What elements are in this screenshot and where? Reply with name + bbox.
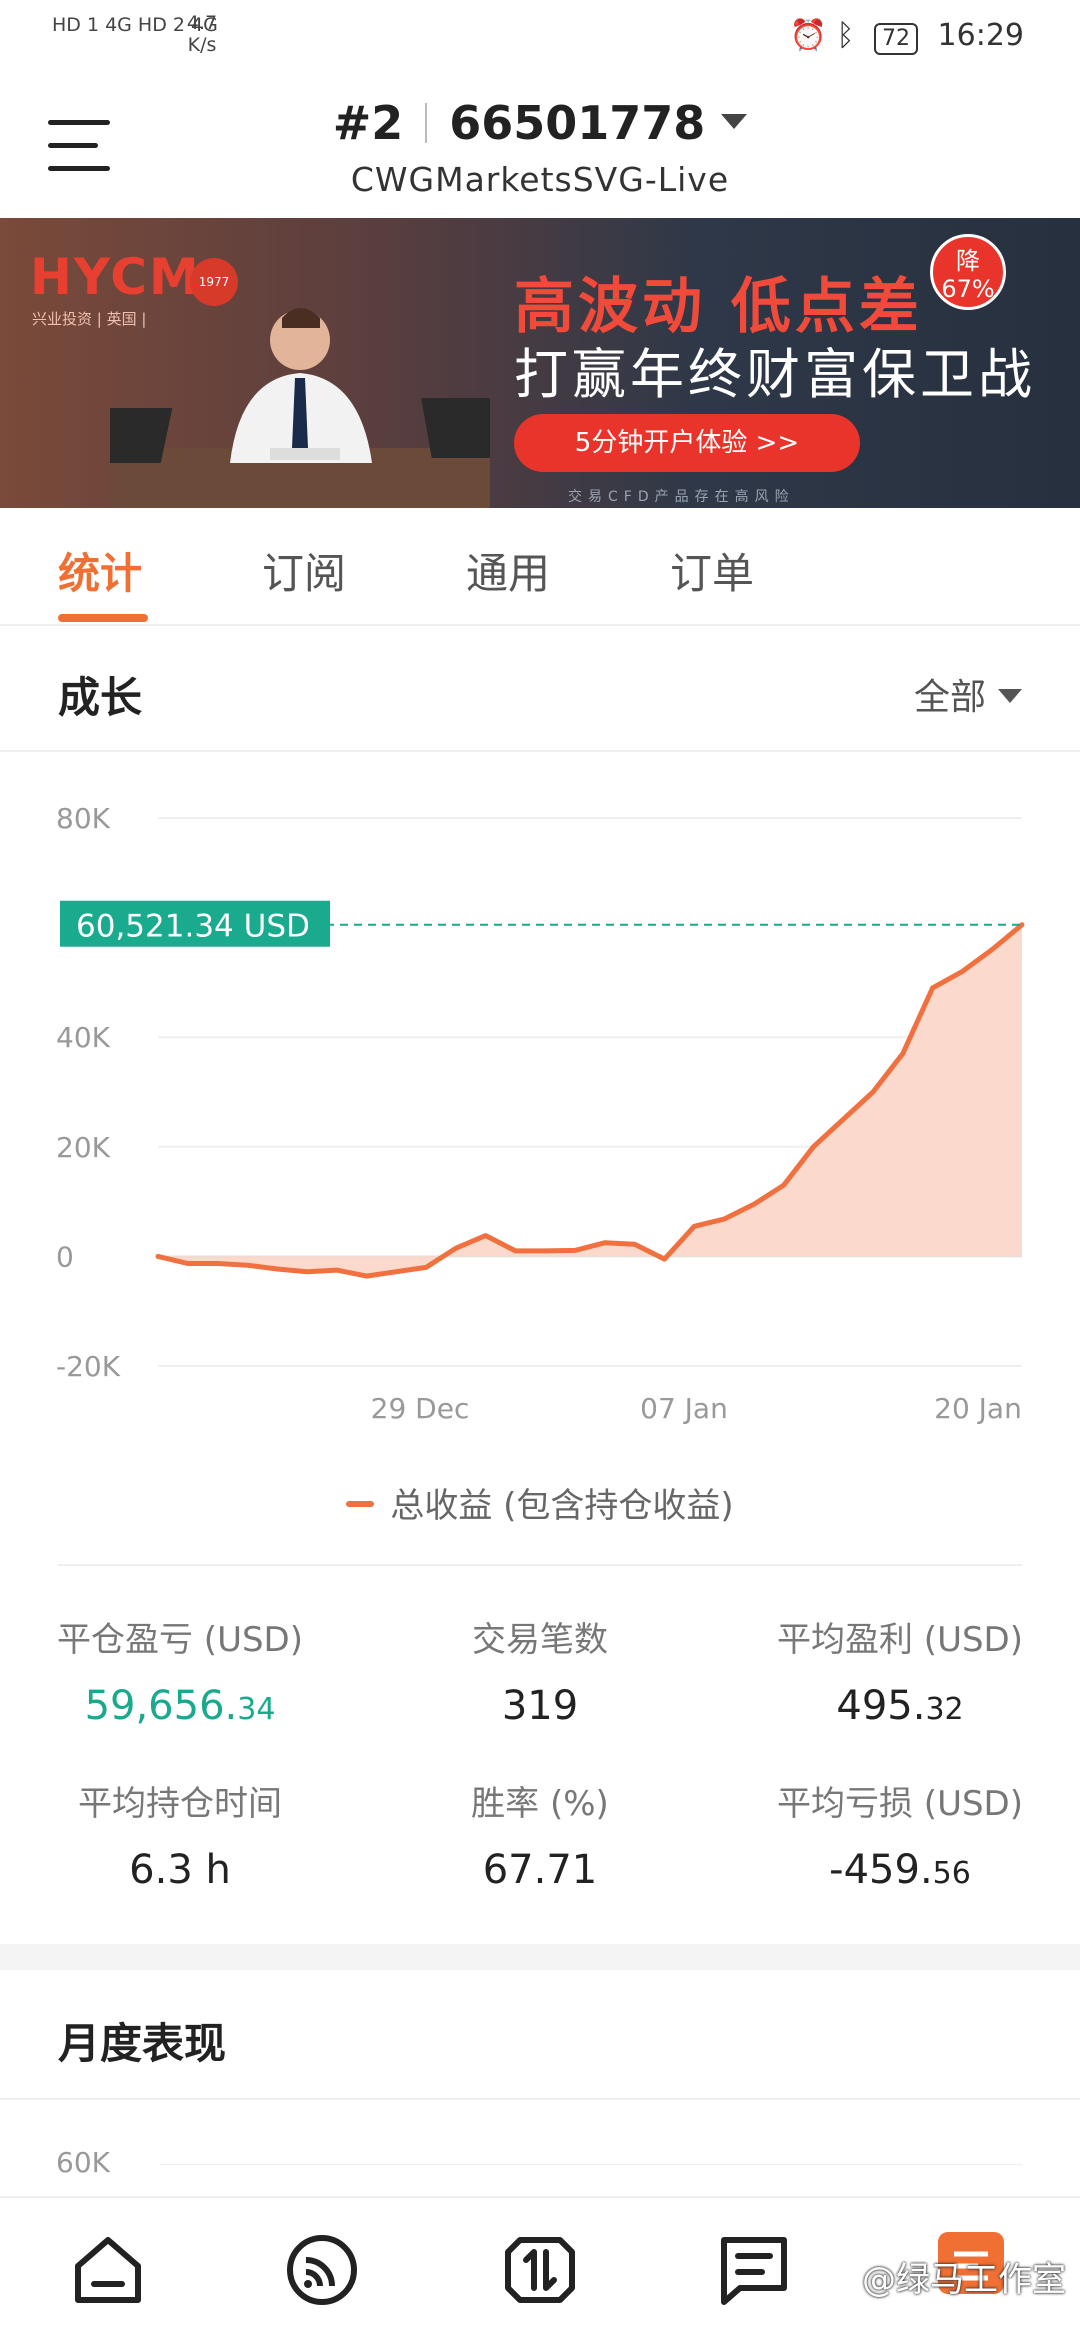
growth-chart[interactable]: 80K 40K 20K 0 -20K 60,521.34 USD 29 Dec 07 Jan 2…: [0, 760, 1080, 1440]
signal-icon[interactable]: [282, 2230, 362, 2310]
tab-subscribe[interactable]: 订阅: [262, 540, 346, 601]
alarm-icon: ⏰: [789, 18, 827, 53]
status-bar: HD 1 4G HD 2 4G 4.7 K/s ⏰ ᛒ 72 16:29: [0, 0, 1080, 76]
chevron-down-icon: [998, 689, 1022, 703]
y-tick-label: -20K: [56, 1350, 121, 1383]
banner-risk-note: 交易CFD产品存在高风险: [568, 489, 795, 505]
chart-legend: 总收益 (包含持仓收益): [0, 1478, 1080, 1527]
legend-label: 总收益 (包含持仓收益): [390, 1486, 734, 1526]
y-tick-label: 0: [56, 1240, 74, 1273]
x-tick-label: 07 Jan: [640, 1392, 728, 1425]
x-tick-label: 20 Jan: [934, 1392, 1022, 1425]
section-gap: [0, 1944, 1080, 1970]
clock: 16:29: [937, 18, 1024, 53]
monthly-y-tick: 60K: [56, 2146, 110, 2179]
stat-value: 319: [501, 1683, 579, 1729]
y-tick-label: 40K: [56, 1021, 111, 1054]
stat-trade-count: 交易笔数 319: [360, 1612, 720, 1729]
separator: [425, 103, 428, 143]
stat-avg-profit: 平均盈利 (USD) 495.32: [720, 1612, 1080, 1729]
current-value-label: 60,521.34 USD: [76, 909, 310, 945]
banner-subheadline: 打赢年终财富保卫战: [514, 343, 1036, 406]
discount-badge: 降 67%: [930, 234, 1006, 310]
stat-value: -459.56: [829, 1847, 971, 1893]
watermark: @绿马工作室: [862, 2260, 1066, 2300]
active-tab-indicator: [58, 614, 148, 622]
account-selector[interactable]: #2 66501778: [0, 96, 1080, 150]
divider: [0, 2098, 1080, 2100]
stat-value: 495.32: [836, 1683, 964, 1729]
legend-swatch: [346, 1501, 375, 1507]
banner-cta-button[interactable]: 5分钟开户体验 >>: [514, 414, 860, 472]
network-speed-unit: K/s: [187, 34, 217, 56]
y-tick-label: 20K: [56, 1131, 111, 1164]
stat-avg-hold-time: 平均持仓时间 6.3 h: [0, 1776, 360, 1893]
divider: [58, 1564, 1022, 1566]
stat-value: 67.71: [482, 1847, 598, 1893]
gridline: [160, 2164, 1022, 2165]
status-right: ⏰ ᛒ 72 16:29: [790, 18, 1024, 55]
stat-win-rate: 胜率 (%) 67.71: [360, 1776, 720, 1893]
stat-closed-pnl: 平仓盈亏 (USD) 59,656.34: [0, 1612, 360, 1729]
server-name: CWGMarketsSVG-Live: [350, 160, 730, 199]
tab-general[interactable]: 通用: [466, 540, 550, 601]
chevron-down-icon: [721, 114, 748, 129]
y-tick-label: 80K: [56, 802, 111, 835]
series-area: [158, 924, 1022, 1277]
growth-title: 成长: [58, 673, 143, 722]
divider: [0, 750, 1080, 752]
battery-icon: 72: [873, 23, 918, 55]
home-icon[interactable]: [68, 2230, 148, 2310]
monthly-title: 月度表现: [58, 2019, 227, 2068]
tab-statistics[interactable]: 统计: [58, 540, 142, 601]
banner-businessman-illustration: [110, 308, 490, 508]
bluetooth-icon: ᛒ: [836, 18, 855, 53]
news-icon[interactable]: [714, 2230, 794, 2310]
network-speed: 4.7: [186, 12, 218, 34]
network-indicator: HD 1 4G HD 2 4G 4.7 K/s: [52, 12, 218, 56]
range-filter-dropdown[interactable]: 全部: [914, 668, 1022, 720]
x-tick-label: 29 Dec: [371, 1392, 470, 1425]
account-number: #2: [332, 96, 404, 150]
tab-bar: 统计 订阅 通用 订单: [0, 508, 1080, 626]
tab-orders[interactable]: 订单: [670, 540, 754, 601]
trade-icon[interactable]: [500, 2230, 580, 2310]
stat-value: 6.3 h: [129, 1847, 231, 1893]
stat-value: 59,656.34: [84, 1683, 276, 1729]
account-id: 66501778: [449, 96, 706, 150]
stat-avg-loss: 平均亏损 (USD) -459.56: [720, 1776, 1080, 1893]
ad-banner[interactable]: HYCM 兴业投资 | 英国 | 1977 高波动 低点差 打赢年终财富保卫战 …: [0, 218, 1080, 508]
